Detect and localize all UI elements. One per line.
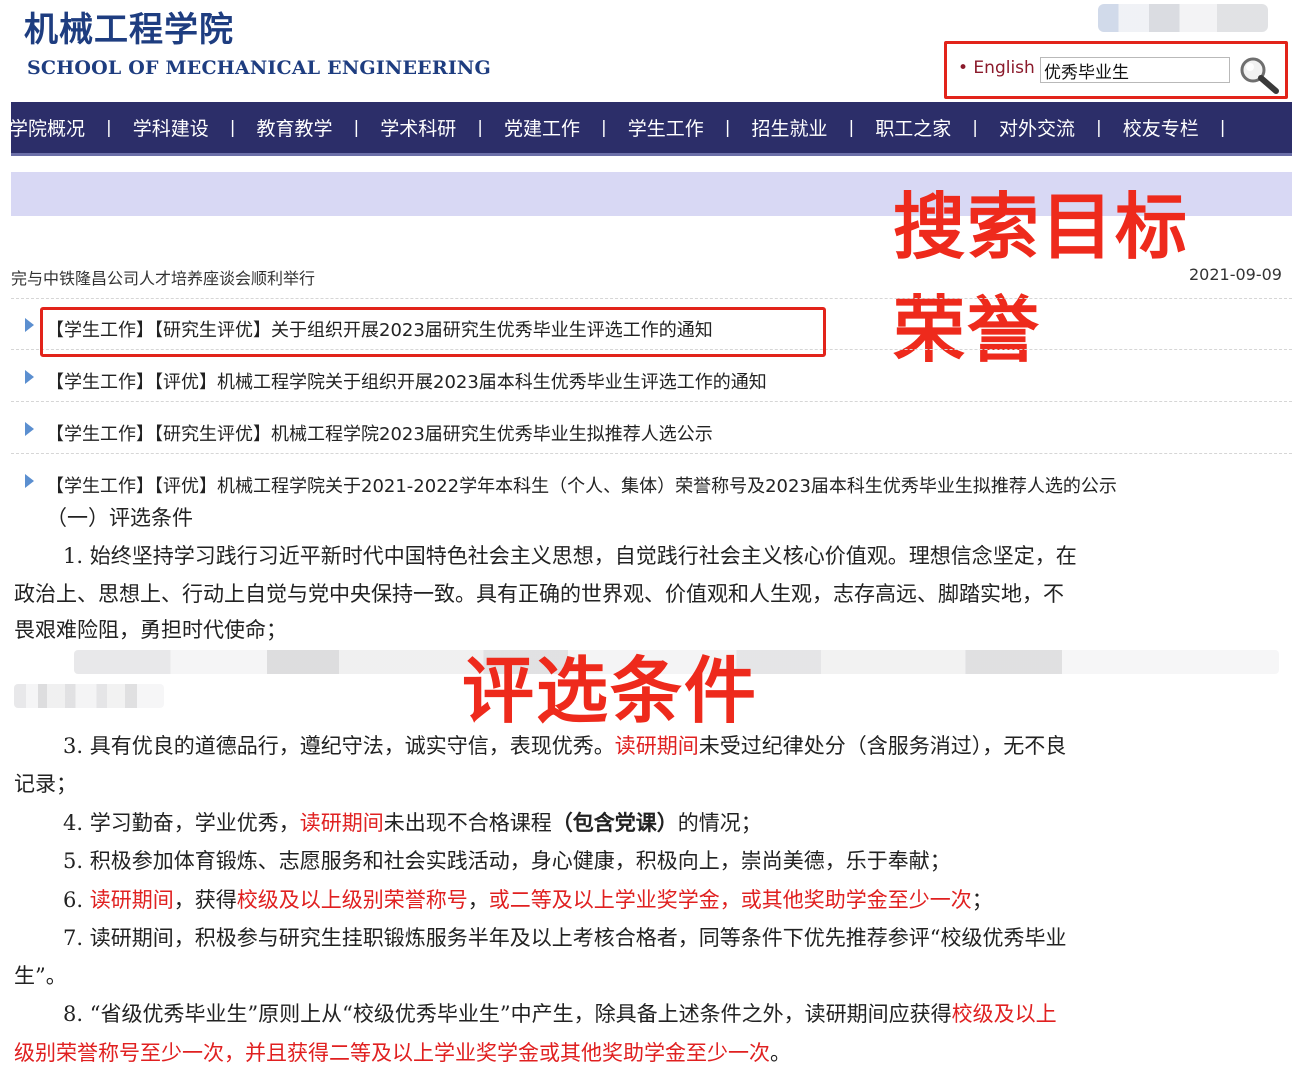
criterion-7-line2: 生”。 [14,964,67,988]
arrow-icon [25,318,34,332]
blurred-top-region [1098,4,1268,32]
criteria-heading: （一）评选条件 [46,506,193,530]
news-link[interactable]: 【学生工作】【研究生评优】机械工程学院2023届研究生优秀毕业生拟推荐人选公示 [46,420,713,446]
nav-separator: | [601,117,607,138]
school-name-en: SCHOOL OF MECHANICAL ENGINEERING [27,57,491,79]
nav-item-discipline[interactable]: 学科建设 [133,114,209,141]
result-highlight-box [40,307,826,357]
search-input[interactable] [1040,57,1230,83]
nav-item-admissions[interactable]: 招生就业 [752,114,828,141]
criterion-8-line2: 级别荣誉称号至少一次，并且获得二等及以上学业奖学金或其他奖助学金至少一次。 [14,1041,791,1065]
news-date: 2021-09-09 [1189,265,1282,284]
school-name-cn: 机械工程学院 [24,10,234,50]
criterion-8-line1: 8. “省级优秀毕业生”原则上从“校级优秀毕业生”中产生，除具备上述条件之外，读… [63,1002,1057,1026]
nav-separator: | [972,117,978,138]
criterion-7-line1: 7. 读研期间，积极参与研究生挂职锻炼服务半年及以上考核合格者，同等条件下优先推… [63,926,1067,950]
nav-separator: | [477,117,483,138]
criterion-4: 4. 学习勤奋，学业优秀，读研期间未出现不合格课程（包含党课）的情况； [63,810,762,835]
nav-separator: | [724,117,731,138]
annotation-search-target: 搜索目标 [893,185,1190,269]
nav-separator: | [353,117,360,138]
nav-separator: | [1219,117,1226,138]
search-button[interactable] [1236,54,1282,94]
search-icon [1240,57,1279,94]
nav-item-exchange[interactable]: 对外交流 [999,114,1075,141]
nav-item-research[interactable]: 学术科研 [380,114,456,141]
criterion-1-line1: 1. 始终坚持学习践行习近平新时代中国特色社会主义思想，自觉践行社会主义核心价值… [63,544,1077,568]
nav-item-staff[interactable]: 职工之家 [875,114,951,141]
nav-separator: | [1096,117,1102,138]
nav-separator: | [229,117,236,138]
english-link[interactable]: • English [958,58,1035,78]
arrow-icon [25,474,34,488]
criterion-3-line1: 3. 具有优良的道德品行，遵纪守法，诚实守信，表现优秀。读研期间未受过纪律处分（… [63,734,1067,758]
criterion-1-line2: 政治上、思想上、行动上自觉与党中央保持一致。具有正确的世界观、价值观和人生观，志… [14,582,1064,606]
annotation-criteria: 评选条件 [462,649,759,733]
nav-item-alumni[interactable]: 校友专栏 [1123,114,1199,141]
nav-separator: | [848,117,855,138]
news-link[interactable]: 【学生工作】【评优】机械工程学院关于2021-2022学年本科生（个人、集体）荣… [46,472,1117,498]
criterion-6: 6. 读研期间，获得校级及以上级别荣誉称号，或二等及以上学业奖学金，或其他奖助学… [63,888,993,912]
nav-item-students[interactable]: 学生工作 [628,114,704,141]
nav-item-education[interactable]: 教育教学 [257,114,333,141]
nav-item-party[interactable]: 党建工作 [504,114,580,141]
arrow-icon [25,370,34,384]
news-link[interactable]: 【学生工作】【评优】机械工程学院关于组织开展2023届本科生优秀毕业生评选工作的… [46,368,767,394]
main-nav: 学院概况 | 学科建设 | 教育教学 | 学术科研 | 党建工作 | 学生工作 | 招生就业… [11,102,1292,156]
news-link[interactable]: 完与中铁隆昌公司人才培养座谈会顺利举行 [11,265,315,289]
criterion-3-line2: 记录； [14,772,77,796]
nav-item-overview[interactable]: 学院概况 [11,114,85,141]
nav-separator: | [106,117,112,138]
criterion-5: 5. 积极参加体育锻炼、志愿服务和社会实践活动，身心健康，积极向上，崇尚美德，乐… [63,849,951,873]
arrow-icon [25,422,34,436]
